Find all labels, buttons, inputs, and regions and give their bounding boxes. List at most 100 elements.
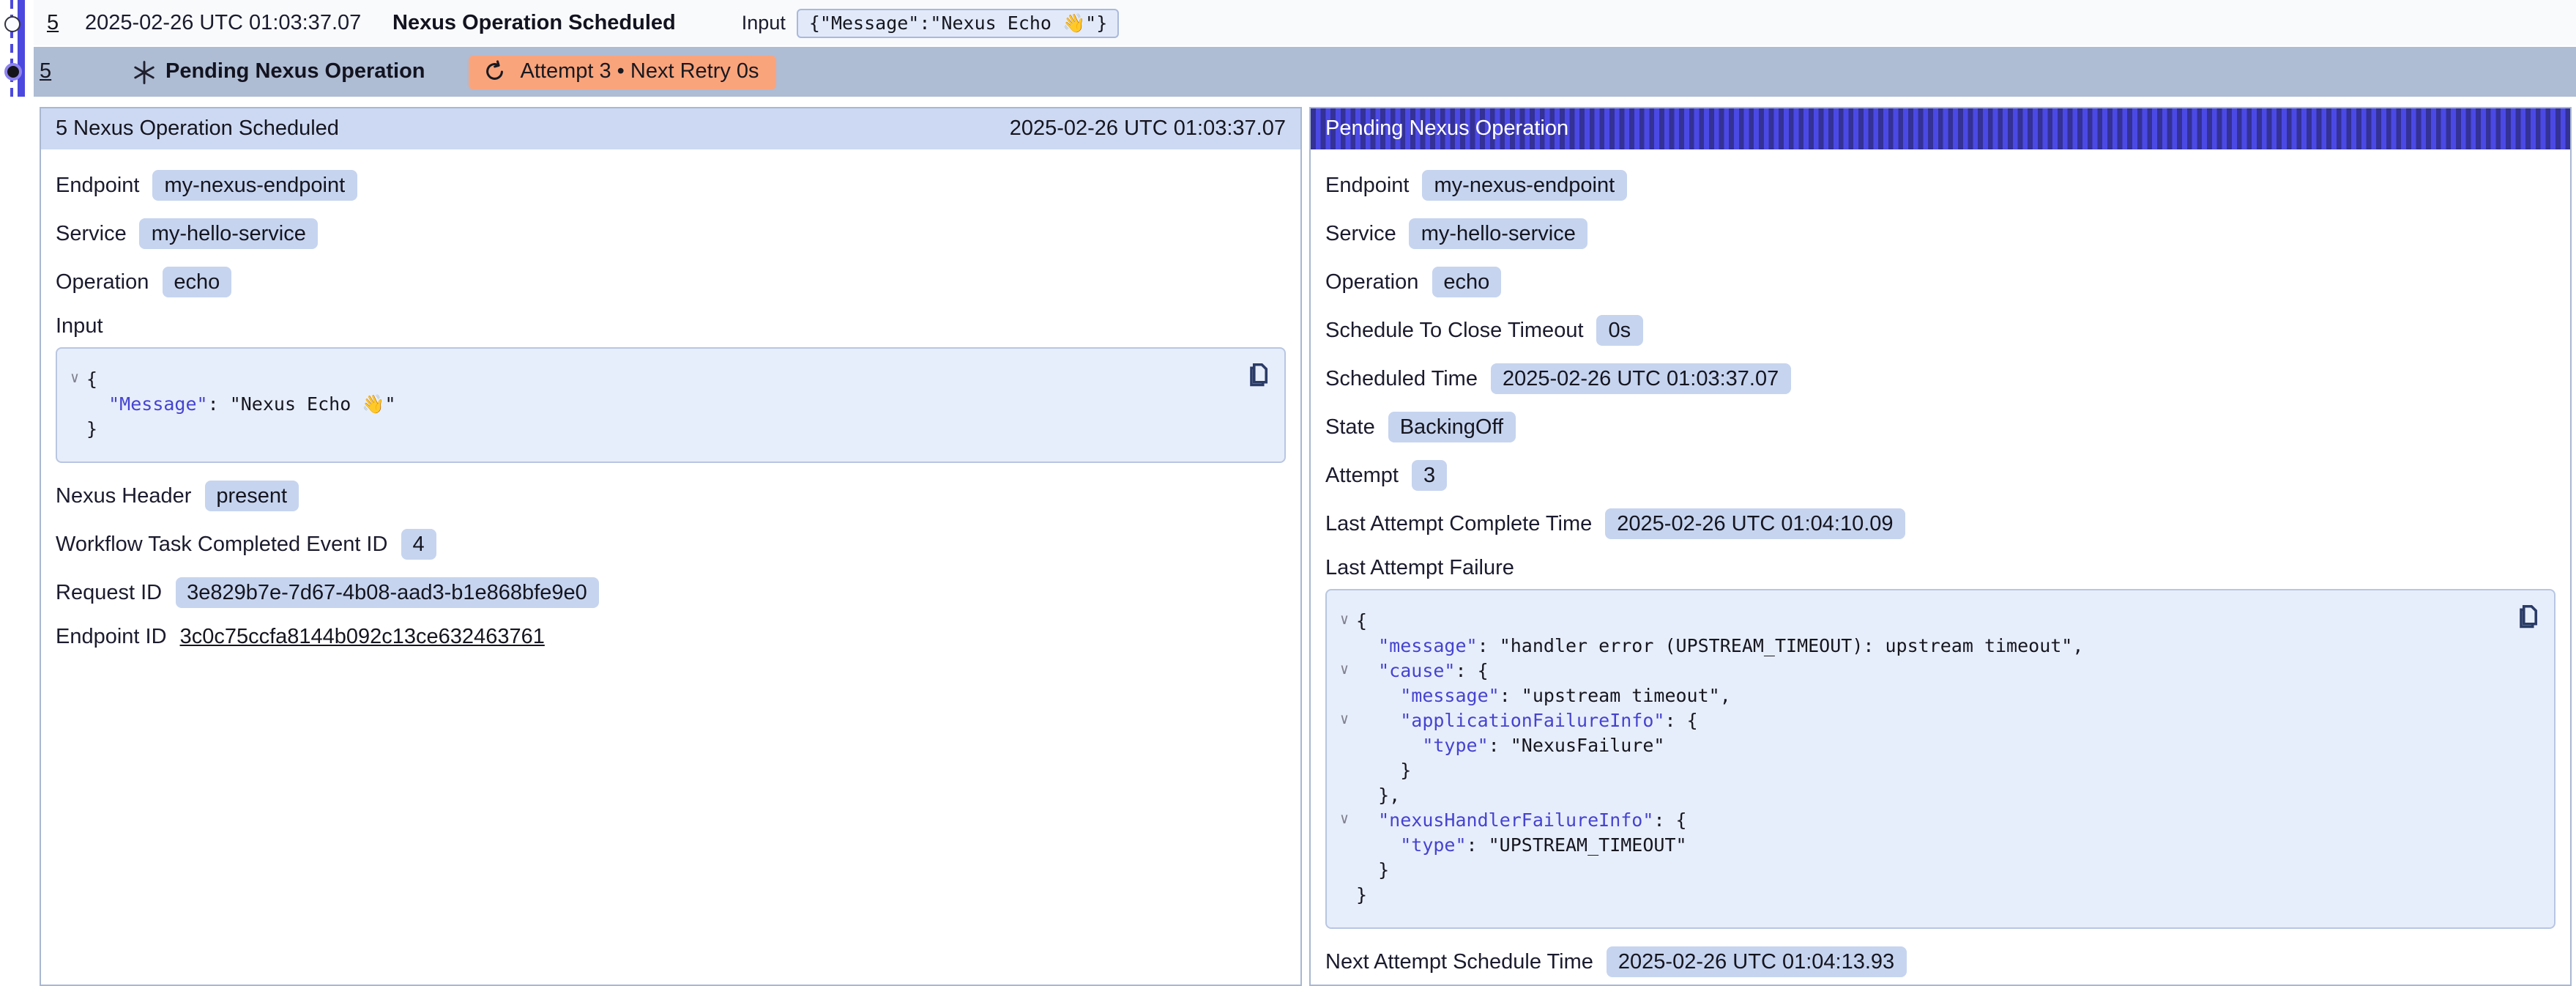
field-value-badge: my-nexus-endpoint (1423, 170, 1627, 201)
field-value-badge: 2025-02-26 UTC 01:03:37.07 (1491, 363, 1790, 394)
code-text: { (1356, 608, 1367, 633)
event-name: Nexus Operation Scheduled (392, 11, 676, 34)
collapse-chevron-icon[interactable]: ∨ (1333, 608, 1356, 633)
code-line: "type": "NexusFailure" (1333, 733, 2504, 757)
field-row: Nexus Header present (56, 481, 1286, 511)
collapse-chevron-icon[interactable]: ∨ (1333, 708, 1356, 733)
pending-asterisk-icon (132, 59, 157, 84)
gutter-spacer (1333, 757, 1356, 782)
gutter-spacer (1333, 782, 1356, 807)
endpoint-id-link[interactable]: 3c0c75ccfa8144b092c13ce632463761 (180, 626, 545, 649)
field-label: State (1325, 415, 1375, 439)
field-row: Service my-hello-service (56, 218, 1286, 249)
field-label: Service (1325, 222, 1396, 245)
code-text: } (1356, 757, 1411, 782)
code-text: "cause": { (1356, 658, 1489, 683)
code-text: "applicationFailureInfo": { (1356, 708, 1698, 733)
retry-badge-label: Attempt 3 • Next Retry 0s (521, 59, 759, 83)
field-row: Operationecho (1325, 267, 2555, 297)
event-id-link[interactable]: 5 (40, 60, 78, 84)
field-row: Operationecho (56, 267, 1286, 297)
field-row: Endpoint my-nexus-endpoint (1325, 170, 2555, 201)
code-line: } (1333, 857, 2504, 882)
field-value-badge: my-hello-service (1410, 218, 1587, 249)
collapse-chevron-icon[interactable]: ∨ (1333, 658, 1356, 683)
code-line: "message": "handler error (UPSTREAM_TIME… (1333, 633, 2504, 658)
input-preview-chip[interactable]: {"Message":"Nexus Echo 👋"} (797, 8, 1119, 37)
code-line: } (1333, 882, 2504, 907)
gutter-spacer (1333, 683, 1356, 708)
code-text: } (86, 416, 97, 441)
field-value-badge: 3 (1412, 460, 1447, 491)
gutter-spacer (1333, 633, 1356, 658)
pending-operation-panel: Pending Nexus Operation Endpoint my-nexus… (1309, 107, 2572, 986)
event-timestamp: 2025-02-26 UTC 01:03:37.07 (85, 11, 392, 34)
code-text: } (1356, 857, 1389, 882)
field-value-badge: present (204, 481, 299, 511)
field-value-badge: echo (162, 267, 231, 297)
field-label: Attempt (1325, 464, 1399, 487)
event-row-scheduled[interactable]: 5 2025-02-26 UTC 01:03:37.07 Nexus Opera… (34, 0, 2576, 45)
collapse-chevron-icon[interactable]: ∨ (1333, 807, 1356, 832)
code-line: ∨{ (63, 366, 1235, 391)
timeline-node-current-icon (4, 63, 22, 81)
code-line: } (1333, 757, 2504, 782)
field-label: Last Attempt Complete Time (1325, 512, 1592, 535)
field-row: Attempt 3 (1325, 460, 2555, 491)
field-value-badge: my-nexus-endpoint (153, 170, 357, 201)
field-row: Schedule To Close Timeout 0s (1325, 315, 2555, 346)
field-row: Next Attempt Schedule Time2025-02-26 UTC… (1325, 946, 2555, 977)
field-label: Endpoint (1325, 174, 1410, 197)
timeline-dashed-line (10, 0, 13, 97)
pending-operation-header: Pending Nexus Operation (1311, 108, 2570, 149)
code-text: } (1356, 882, 1367, 907)
field-row: Service my-hello-service (1325, 218, 2555, 249)
code-text: }, (1356, 782, 1400, 807)
field-value-badge: 4 (401, 529, 436, 560)
collapse-chevron-icon[interactable]: ∨ (63, 366, 86, 391)
field-label: Scheduled Time (1325, 367, 1478, 390)
field-row: Request ID 3e829b7e-7d67-4b08-aad3-b1e868… (56, 577, 1286, 608)
code-text: "message": "upstream timeout", (1356, 683, 1731, 708)
event-row-pending[interactable]: 5 Pending Nexus Operation Attempt 3 • Ne… (34, 47, 2576, 97)
event-detail-timestamp: 2025-02-26 UTC 01:03:37.07 (1010, 117, 1286, 141)
retry-icon (484, 59, 507, 83)
field-label: Endpoint (56, 174, 140, 197)
code-line: ∨ "cause": { (1333, 658, 2504, 683)
field-value-badge: 3e829b7e-7d67-4b08-aad3-b1e868bfe9e0 (175, 577, 599, 608)
gutter-spacer (1333, 882, 1356, 907)
event-id-link[interactable]: 5 (47, 11, 85, 34)
field-label: Input (56, 315, 1286, 338)
field-row: Last Attempt Complete Time2025-02-26 UTC… (1325, 508, 2555, 539)
event-detail-title: 5 Nexus Operation Scheduled (56, 117, 339, 141)
code-line: ∨ "applicationFailureInfo": { (1333, 708, 2504, 733)
pending-operation-title: Pending Nexus Operation (1325, 117, 1568, 141)
copy-icon[interactable] (2514, 604, 2541, 630)
code-line: "Message": "Nexus Echo 👋" (63, 391, 1235, 416)
gutter-spacer (1333, 857, 1356, 882)
retry-status-badge: Attempt 3 • Next Retry 0s (469, 55, 777, 89)
gutter-spacer (63, 391, 86, 416)
timeline-active-bar (18, 0, 24, 97)
event-detail-header: 5 Nexus Operation Scheduled 2025-02-26 U… (41, 108, 1300, 149)
input-label: Input (742, 12, 786, 34)
code-text: "nexusHandlerFailureInfo": { (1356, 807, 1687, 832)
field-label: Next Attempt Schedule Time (1325, 950, 1593, 974)
event-name: Pending Nexus Operation (165, 60, 425, 84)
copy-icon[interactable] (1245, 362, 1271, 388)
field-label: Nexus Header (56, 484, 191, 508)
field-label: Request ID (56, 581, 162, 604)
json-code-block: ∨{ "Message": "Nexus Echo 👋"} (56, 347, 1286, 463)
field-label: Operation (1325, 270, 1418, 294)
field-label: Schedule To Close Timeout (1325, 319, 1584, 342)
code-line: "type": "UPSTREAM_TIMEOUT" (1333, 832, 2504, 857)
code-line: ∨{ (1333, 608, 2504, 633)
field-row: Endpoint ID 3c0c75ccfa8144b092c13ce632463… (56, 626, 1286, 649)
field-row: Workflow Task Completed Event ID4 (56, 529, 1286, 560)
event-detail-panel: 5 Nexus Operation Scheduled 2025-02-26 U… (40, 107, 1302, 986)
field-value-badge: my-hello-service (140, 218, 318, 249)
field-value-badge: 0s (1597, 315, 1643, 346)
field-label: Service (56, 222, 127, 245)
code-line: "message": "upstream timeout", (1333, 683, 2504, 708)
field-label: Endpoint ID (56, 626, 167, 649)
